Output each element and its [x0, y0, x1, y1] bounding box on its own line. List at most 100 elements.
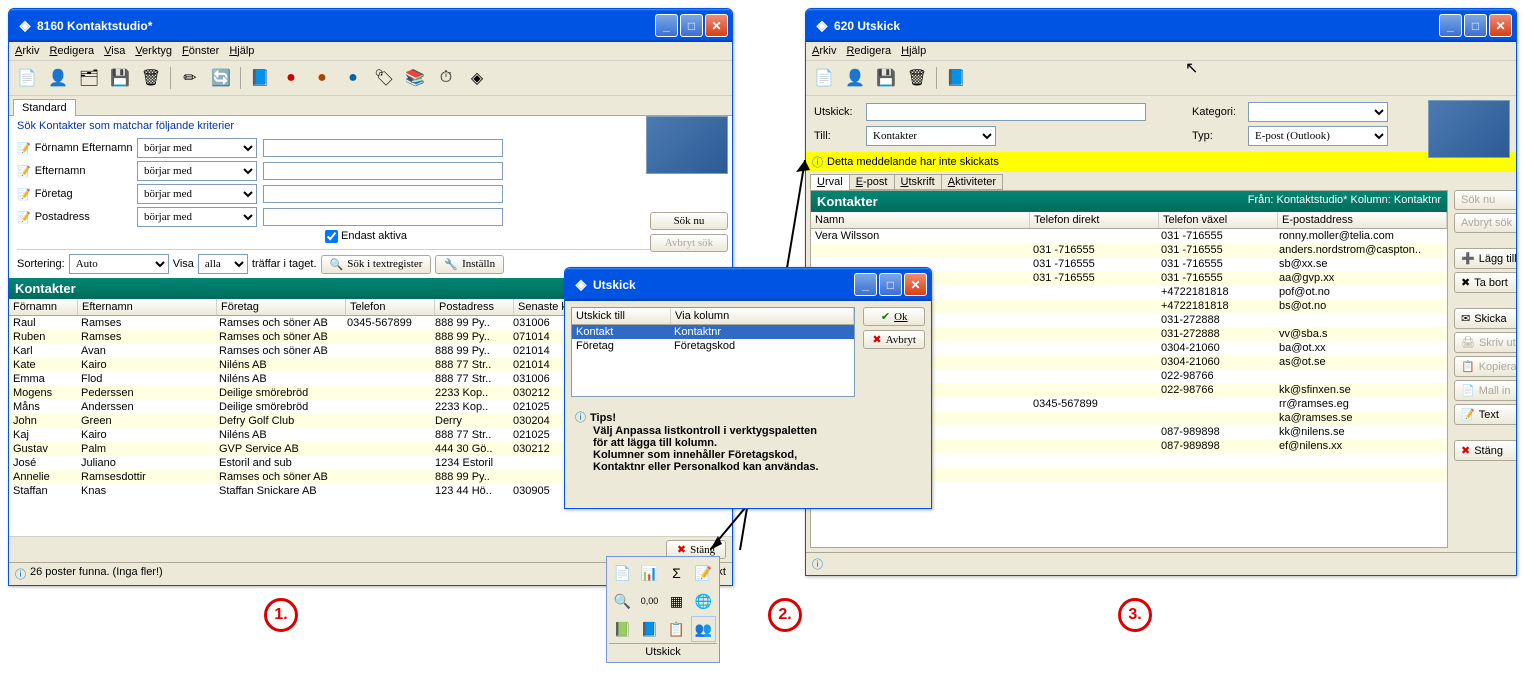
menu-hjälp[interactable]: Hjälp	[229, 45, 254, 57]
operator-select[interactable]: börjar med	[137, 207, 257, 227]
card-icon[interactable]: 🗂	[75, 64, 103, 92]
ta-bort-button[interactable]: ✖Ta bort	[1454, 272, 1516, 293]
operator-select[interactable]: börjar med	[137, 161, 257, 181]
menu-hjälp[interactable]: Hjälp	[901, 45, 926, 57]
new-icon[interactable]: 📄	[810, 64, 838, 92]
search-input[interactable]	[263, 208, 503, 226]
operator-select[interactable]: börjar med	[137, 184, 257, 204]
books-icon[interactable]: 📚	[401, 64, 429, 92]
column-header[interactable]: E-postaddress	[1278, 212, 1447, 228]
ok-button[interactable]: ✔ Ok	[863, 307, 925, 326]
cancel-search-button[interactable]: Avbryt sök	[650, 234, 728, 252]
menu-fönster[interactable]: Fönster	[182, 45, 219, 57]
close-button[interactable]: ✕	[904, 273, 927, 296]
minimize-button[interactable]: _	[854, 273, 877, 296]
operator-select[interactable]: börjar med	[137, 138, 257, 158]
column-header[interactable]: Förnamn	[9, 299, 78, 315]
lägg-till-button[interactable]: ➕Lägg till	[1454, 248, 1516, 269]
list-item[interactable]: FöretagFöretagskod	[572, 339, 854, 353]
book-icon[interactable]: 📘	[246, 64, 274, 92]
delete-icon[interactable]: 🗑	[137, 64, 165, 92]
menu-arkiv[interactable]: Arkiv	[812, 45, 836, 57]
maximize-button[interactable]: □	[879, 273, 902, 296]
list-item[interactable]: KontaktKontaktnr	[572, 325, 854, 339]
titlebar[interactable]: ◈ 8160 Kontaktstudio* _ □ ✕	[9, 9, 732, 42]
kategori-select[interactable]	[1248, 102, 1388, 122]
word-icon[interactable]: 📄	[610, 560, 635, 586]
maximize-button[interactable]: □	[1464, 14, 1487, 37]
titlebar[interactable]: ◈ 620 Utskick _ □ ✕	[806, 9, 1516, 42]
column-headers[interactable]: NamnTelefon direktTelefon växelE-postadd…	[811, 212, 1447, 229]
column-header[interactable]: Efternamn	[78, 299, 217, 315]
selection-list[interactable]: Utskick tillVia kolumn KontaktKontaktnrF…	[571, 307, 855, 397]
minimize-button[interactable]: _	[655, 14, 678, 37]
typ-select[interactable]: E-post (Outlook)	[1248, 126, 1388, 146]
cancel-button[interactable]: ✖ Avbryt	[863, 330, 925, 349]
zoom-icon[interactable]: 🔍	[610, 588, 635, 614]
skicka-button[interactable]: ✉Skicka	[1454, 308, 1516, 329]
tag-icon[interactable]: 🏷	[370, 64, 398, 92]
column-header[interactable]: Postadress	[435, 299, 514, 315]
column-header[interactable]: Telefon växel	[1159, 212, 1278, 228]
menu-redigera[interactable]: Redigera	[846, 45, 891, 57]
timer-icon[interactable]: ⏱	[432, 64, 460, 92]
chart-icon[interactable]: 📊	[637, 560, 662, 586]
menubar[interactable]: Arkiv Redigera Hjälp	[806, 42, 1516, 61]
note-icon[interactable]: 📝	[691, 560, 716, 586]
globe-icon[interactable]: 🌐	[691, 588, 716, 614]
stäng-button[interactable]: ✖Stäng	[1454, 440, 1516, 461]
utskick-icon[interactable]: 👥	[691, 616, 716, 642]
search-input[interactable]	[263, 162, 503, 180]
delete-icon[interactable]: 🗑	[903, 64, 931, 92]
tab-standard[interactable]: Standard	[13, 99, 76, 116]
save-icon[interactable]: 💾	[106, 64, 134, 92]
settings-button[interactable]: 🔧 Inställn	[435, 255, 504, 274]
minimize-button[interactable]: _	[1439, 14, 1462, 37]
menu-arkiv[interactable]: Arkiv	[15, 45, 39, 57]
search-input[interactable]	[263, 139, 503, 157]
tab-urval[interactable]: Urval	[810, 174, 850, 190]
search-textregister-button[interactable]: 🔍 Sök i textregister	[321, 255, 432, 274]
column-header[interactable]: Företag	[217, 299, 346, 315]
menu-redigera[interactable]: Redigera	[49, 45, 94, 57]
menu-verktyg[interactable]: Verktyg	[135, 45, 172, 57]
search-input[interactable]	[263, 185, 503, 203]
tab-utskrift[interactable]: Utskrift	[894, 174, 942, 190]
only-active-checkbox[interactable]: Endast aktiva	[325, 230, 407, 242]
edit-icon[interactable]: ✏	[176, 64, 204, 92]
doc-icon[interactable]: 📘	[637, 616, 662, 642]
maximize-button[interactable]: □	[680, 14, 703, 37]
table-icon[interactable]: ▦	[664, 588, 689, 614]
search-now-button[interactable]: Sök nu	[650, 212, 728, 230]
form-icon[interactable]: 📋	[664, 616, 689, 642]
kont-badge-icon[interactable]: ●	[339, 64, 367, 92]
sigma-icon[interactable]: Σ	[664, 560, 689, 586]
column-header[interactable]: Telefon	[346, 299, 435, 315]
decimal-icon[interactable]: 0,00	[637, 588, 662, 614]
diamond-icon[interactable]: ◈	[463, 64, 491, 92]
close-button[interactable]: ✕	[1489, 14, 1512, 37]
menu-visa[interactable]: Visa	[104, 45, 125, 57]
table-row[interactable]: Vera Wilsson031 -716555ronny.moller@teli…	[811, 229, 1447, 243]
show-select[interactable]: alla	[198, 254, 248, 274]
book-icon[interactable]: 📘	[942, 64, 970, 92]
lev-badge-icon[interactable]: ●	[308, 64, 336, 92]
new-icon[interactable]: 📄	[13, 64, 41, 92]
tool-palette[interactable]: 📄📊Σ📝 🔍0,00▦🌐 📗📘📋👥 Utskick	[606, 556, 720, 663]
table-row[interactable]: 031 -716555031 -716555anders.nordstrom@c…	[811, 243, 1447, 257]
add-contact-icon[interactable]: 👤	[841, 64, 869, 92]
sort-select[interactable]: Auto	[69, 254, 169, 274]
till-select[interactable]: Kontakter	[866, 126, 996, 146]
excel-icon[interactable]: 📗	[610, 616, 635, 642]
column-header[interactable]: Telefon direkt	[1030, 212, 1159, 228]
utskick-input[interactable]	[866, 103, 1146, 121]
dialog-titlebar[interactable]: ◈ Utskick _ □ ✕	[565, 268, 931, 301]
save-icon[interactable]: 💾	[872, 64, 900, 92]
add-contact-icon[interactable]: 👤	[44, 64, 72, 92]
kund-badge-icon[interactable]: ●	[277, 64, 305, 92]
close-button[interactable]: ✕	[705, 14, 728, 37]
tab-aktiviteter[interactable]: Aktiviteter	[941, 174, 1003, 190]
column-header[interactable]: Namn	[811, 212, 1030, 228]
tab-e-post[interactable]: E-post	[849, 174, 895, 190]
text-button[interactable]: 📝Text	[1454, 404, 1516, 425]
